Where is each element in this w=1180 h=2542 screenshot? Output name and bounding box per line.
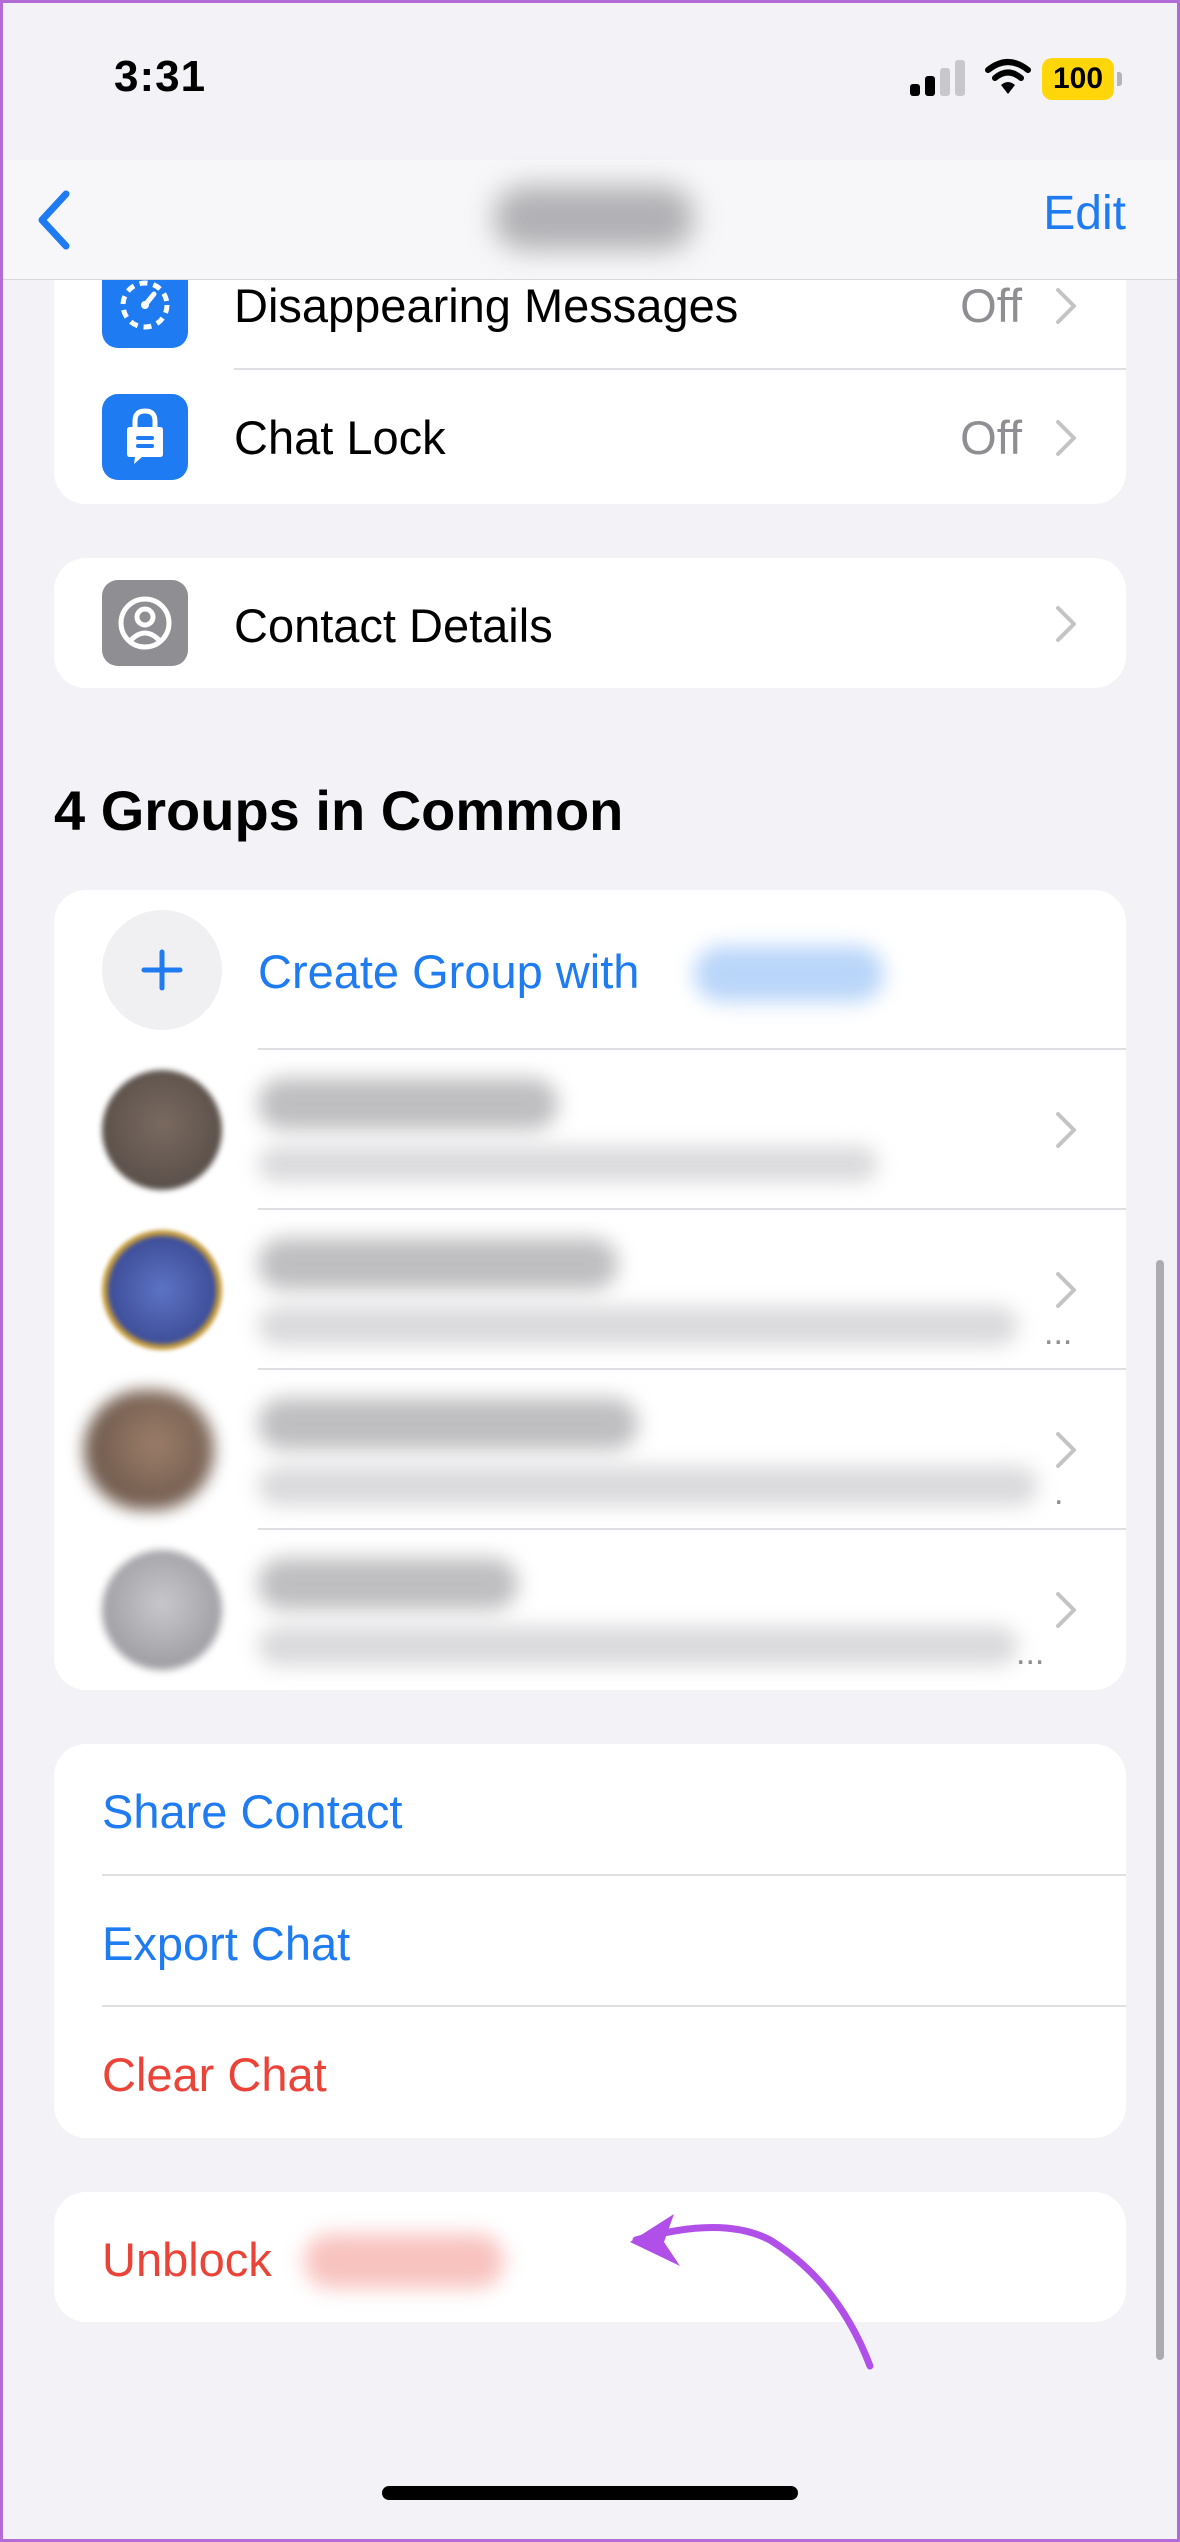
group-row[interactable]: ... — [54, 1530, 1126, 1690]
chevron-right-icon — [1056, 1432, 1076, 1468]
group-avatar — [102, 1230, 222, 1350]
truncation-ellipsis: . — [1054, 1474, 1064, 1512]
group-name-redacted — [258, 1078, 558, 1130]
chevron-right-icon — [1056, 1112, 1076, 1148]
scroll-indicator[interactable] — [1156, 1260, 1164, 2360]
chevron-right-icon — [1056, 1592, 1076, 1628]
group-members-redacted — [258, 1146, 878, 1182]
lock-chat-icon — [102, 394, 188, 480]
group-avatar — [102, 1550, 222, 1670]
group-members-redacted — [258, 1306, 1018, 1346]
group-avatar — [84, 1390, 214, 1510]
disappearing-messages-value: Off — [960, 279, 1022, 332]
group-row[interactable] — [54, 1050, 1126, 1210]
plus-icon — [102, 910, 222, 1030]
edit-button[interactable]: Edit — [1043, 186, 1126, 241]
block-card: Unblock — [54, 2192, 1126, 2322]
groups-section-title: 4 Groups in Common — [54, 779, 624, 842]
annotation-arrow — [630, 2214, 874, 2370]
share-contact-row[interactable]: Share Contact — [54, 1744, 1126, 1876]
chat-lock-label: Chat Lock — [234, 411, 446, 464]
redacted-name — [694, 946, 884, 1002]
status-time: 3:31 — [114, 52, 207, 101]
clear-chat-button[interactable]: Clear Chat — [102, 2047, 327, 2102]
groups-card: Create Group with ... . ... — [54, 890, 1126, 1690]
chat-actions-card: Share Contact Export Chat Clear Chat — [54, 1744, 1126, 2138]
chevron-right-icon — [1056, 606, 1076, 642]
group-avatar — [102, 1070, 222, 1190]
create-group-label: Create Group with — [258, 945, 640, 998]
share-contact-button[interactable]: Share Contact — [102, 1784, 402, 1839]
create-group-row[interactable]: Create Group with — [54, 890, 1126, 1050]
contact-details-label: Contact Details — [234, 599, 553, 652]
chevron-left-icon[interactable] — [30, 180, 80, 260]
contact-details-row[interactable]: Contact Details — [54, 558, 1126, 688]
chevron-right-icon — [1056, 1272, 1076, 1308]
group-members-redacted — [258, 1626, 1018, 1666]
wifi-icon — [985, 59, 1031, 94]
truncation-ellipsis: ... — [1044, 1314, 1073, 1352]
group-name-redacted — [258, 1558, 518, 1610]
clear-chat-row[interactable]: Clear Chat — [54, 2007, 1126, 2138]
group-name-redacted — [258, 1398, 638, 1450]
chat-lock-row[interactable]: Chat Lock Off — [54, 370, 1126, 504]
export-chat-button[interactable]: Export Chat — [102, 1916, 350, 1971]
cellular-signal-icon — [910, 60, 966, 96]
battery-indicator: 100 — [1042, 58, 1122, 100]
chevron-right-icon — [1056, 288, 1076, 324]
chevron-right-icon — [1056, 420, 1076, 456]
redacted-name — [304, 2234, 504, 2288]
disappearing-messages-label: Disappearing Messages — [234, 279, 739, 332]
truncation-ellipsis: ... — [1016, 1634, 1045, 1672]
status-bar: 3:31 100 — [0, 0, 1180, 160]
group-row[interactable]: . — [54, 1370, 1126, 1530]
home-indicator[interactable] — [382, 2486, 798, 2500]
chat-lock-value: Off — [960, 411, 1022, 464]
group-members-redacted — [258, 1466, 1038, 1506]
contact-name-redacted — [494, 186, 694, 250]
unblock-button[interactable]: Unblock — [102, 2232, 272, 2287]
unblock-row[interactable]: Unblock — [54, 2192, 1126, 2322]
export-chat-row[interactable]: Export Chat — [54, 1876, 1126, 2007]
group-name-redacted — [258, 1238, 618, 1290]
group-row[interactable]: ... — [54, 1210, 1126, 1370]
navigation-bar: Edit — [0, 160, 1180, 280]
contact-details-card: Contact Details — [54, 558, 1126, 688]
person-icon — [102, 580, 188, 666]
